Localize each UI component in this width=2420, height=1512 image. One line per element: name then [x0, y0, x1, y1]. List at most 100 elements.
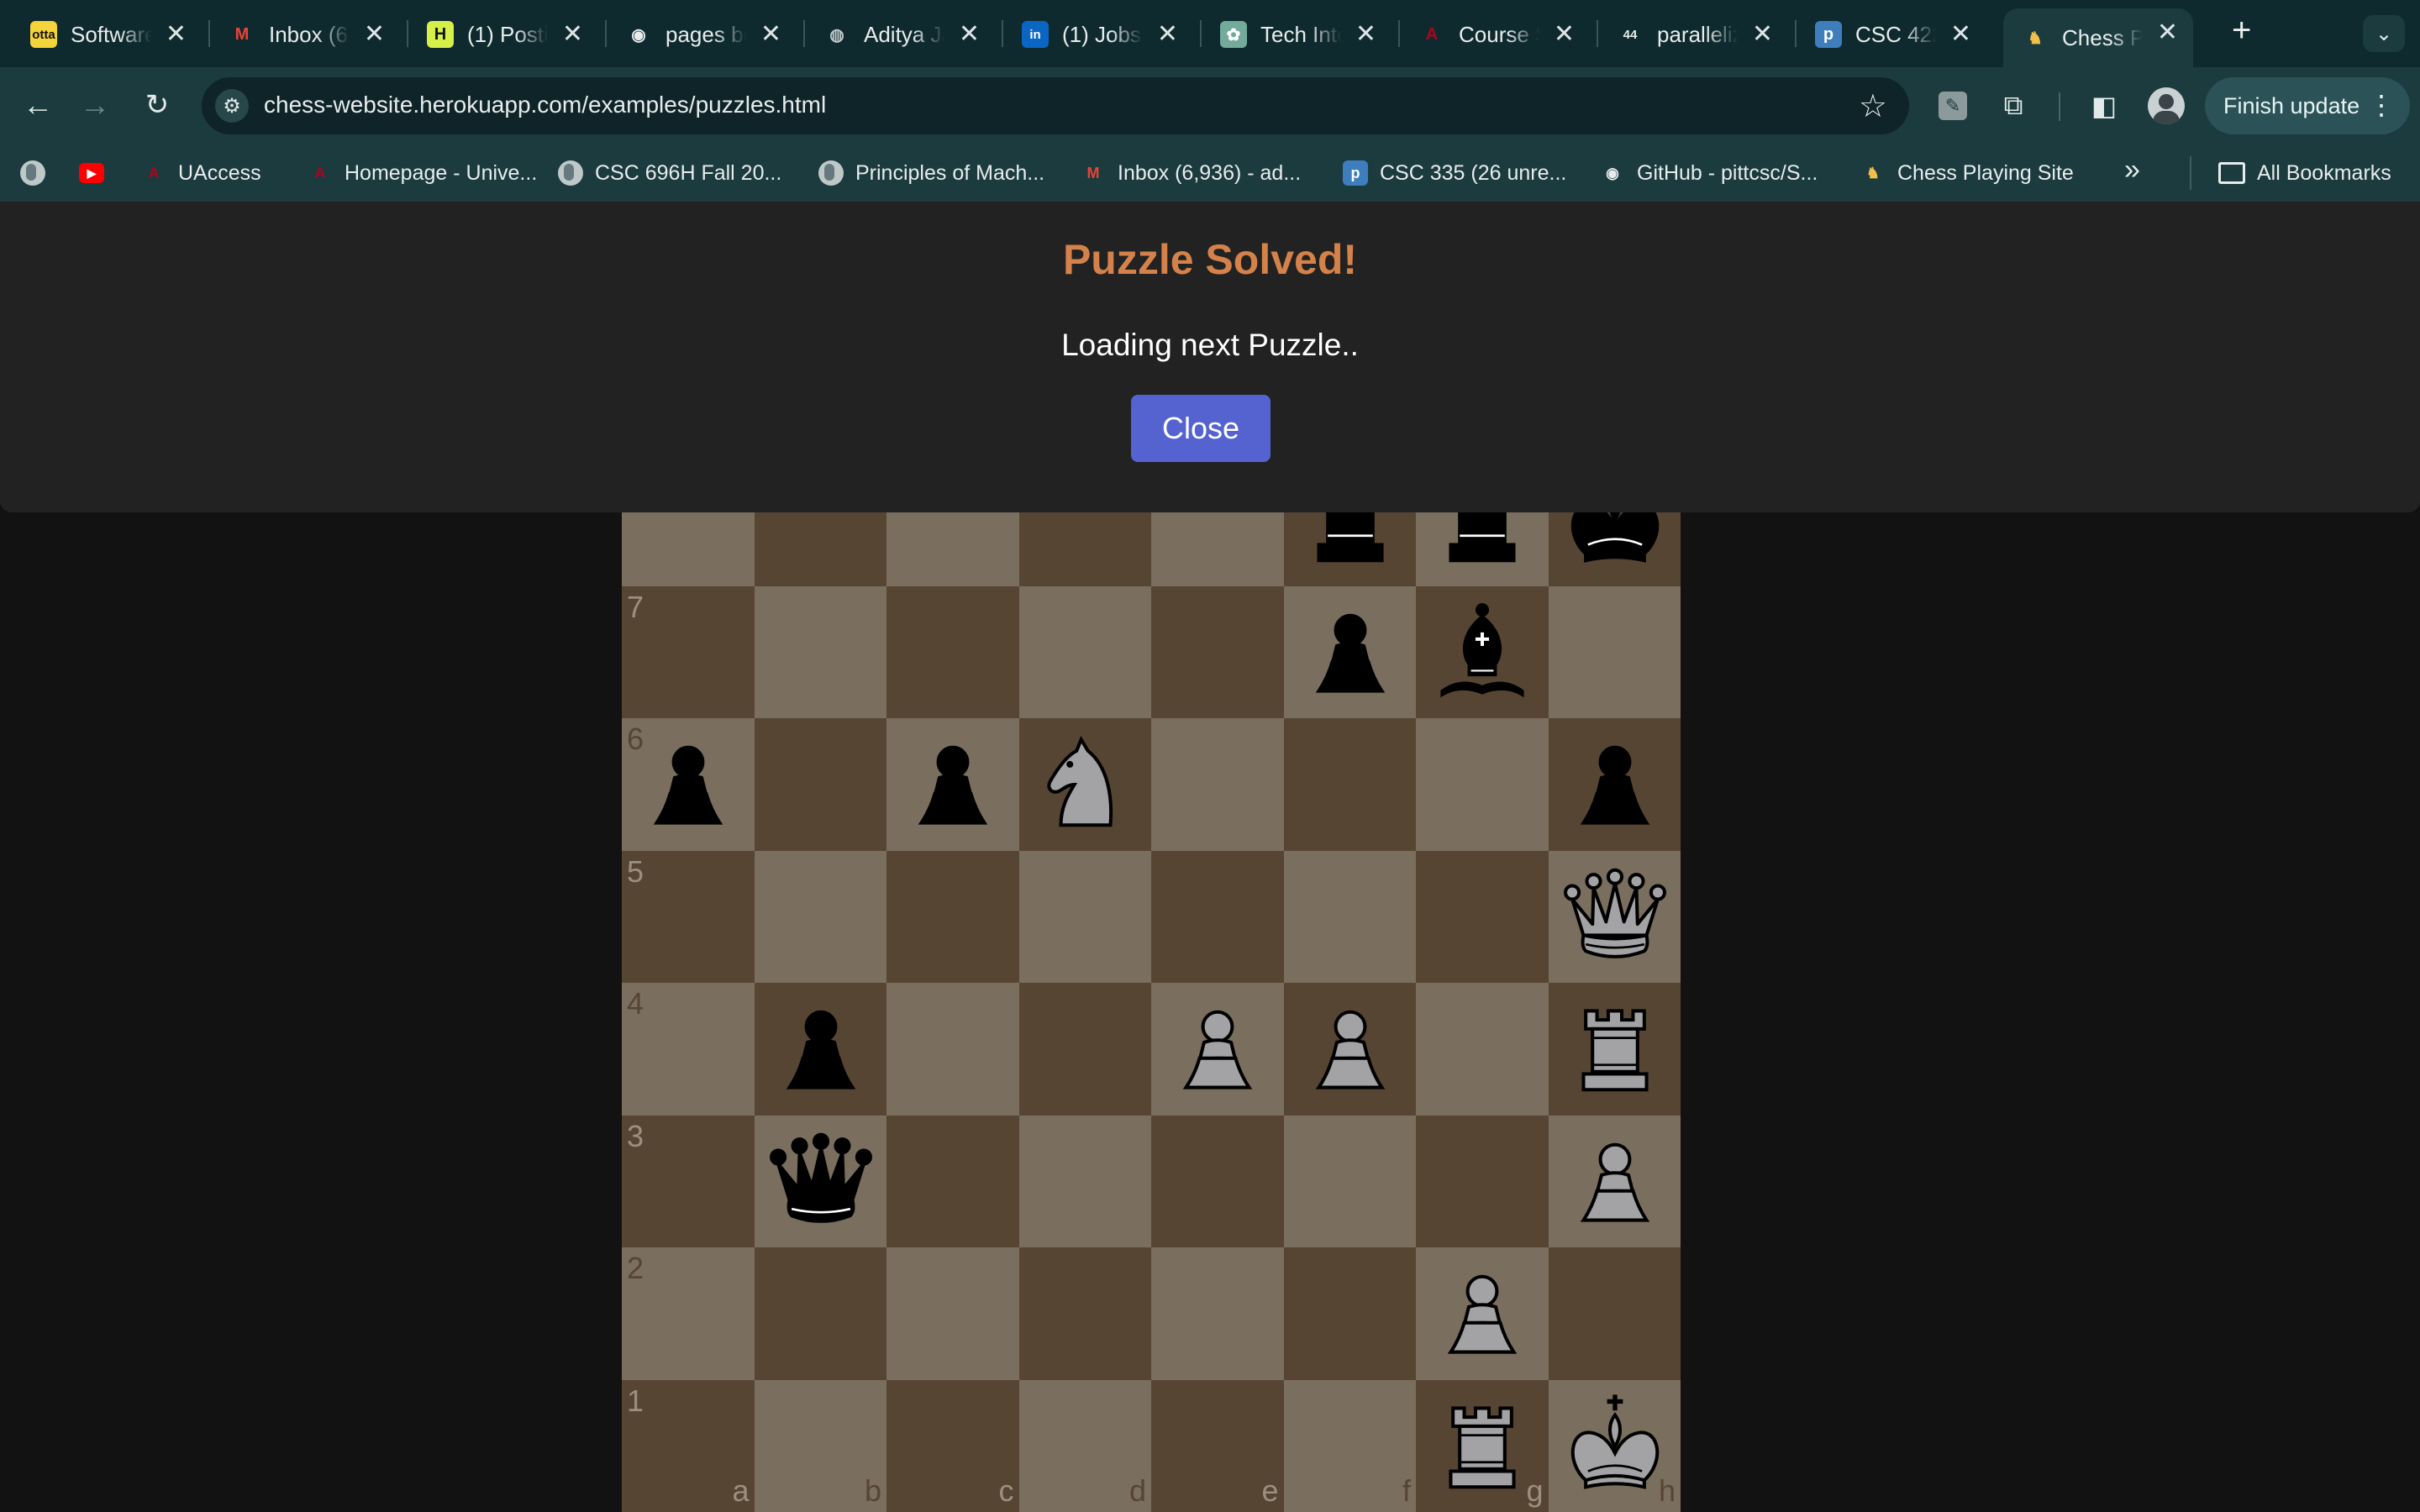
square-d5[interactable]	[1018, 850, 1151, 983]
square-g3[interactable]	[1416, 1115, 1549, 1247]
square-f4[interactable]	[1283, 983, 1416, 1116]
black-pawn-icon[interactable]	[897, 728, 1009, 841]
close-tab-icon[interactable]: ✕	[166, 20, 187, 49]
browser-tab[interactable]: ✿ Tech Inte ✕	[1202, 10, 1392, 59]
tab-search-button[interactable]: ⌄	[2363, 15, 2405, 52]
extension-pencil-icon[interactable]: ✎	[1934, 87, 1971, 124]
square-h7[interactable]	[1548, 585, 1681, 718]
close-tab-icon[interactable]: ✕	[1355, 20, 1376, 49]
square-g6[interactable]	[1416, 718, 1549, 851]
white-pawn-icon[interactable]	[1294, 993, 1407, 1105]
browser-tab[interactable]: otta Software ✕	[12, 10, 202, 59]
square-h1[interactable]: h	[1548, 1379, 1681, 1512]
browser-tab[interactable]: 44 paralleliz ✕	[1598, 10, 1788, 59]
square-b4[interactable]	[754, 983, 886, 1116]
profile-avatar[interactable]	[2148, 87, 2185, 124]
square-b5[interactable]	[754, 850, 886, 983]
finish-update-button[interactable]: Finish update ⋮	[2205, 77, 2410, 134]
white-pawn-icon[interactable]	[1559, 1126, 1671, 1238]
bookmark-item[interactable]: Principles of Mach...	[818, 156, 1044, 190]
square-b2[interactable]	[754, 1247, 886, 1380]
bookmark-item[interactable]: p CSC 335 (26 unre...	[1343, 156, 1566, 190]
square-b1[interactable]: b	[754, 1379, 886, 1512]
close-tab-icon[interactable]: ✕	[562, 20, 583, 49]
square-e3[interactable]	[1151, 1115, 1284, 1247]
bookmark-item[interactable]: M Inbox (6,936) - ad...	[1081, 156, 1302, 190]
square-d6[interactable]	[1018, 718, 1151, 851]
browser-tab[interactable]: p CSC 422 ✕	[1797, 10, 1986, 59]
square-a4[interactable]: 4	[622, 983, 755, 1116]
back-button[interactable]: ←	[18, 86, 57, 124]
browser-tab[interactable]: in (1) Jobs ✕	[1003, 10, 1193, 59]
browser-tab[interactable]: M Inbox (6, ✕	[210, 10, 400, 59]
close-button[interactable]: Close	[1131, 395, 1270, 462]
square-d3[interactable]	[1018, 1115, 1151, 1247]
bookmark-item[interactable]: ◉ GitHub - pittcsc/S...	[1600, 156, 1818, 190]
square-b6[interactable]	[754, 718, 886, 851]
url-text[interactable]: chess-website.herokuapp.com/examples/puz…	[264, 92, 826, 118]
address-bar[interactable]: ⚙ chess-website.herokuapp.com/examples/p…	[202, 77, 1909, 134]
square-g4[interactable]	[1416, 983, 1549, 1116]
square-c1[interactable]: c	[886, 1379, 1019, 1512]
site-info-icon[interactable]: ⚙	[215, 89, 249, 123]
square-c3[interactable]	[886, 1115, 1019, 1247]
square-g7[interactable]	[1416, 585, 1549, 718]
bookmark-item[interactable]: A Homepage - Unive...	[308, 156, 538, 190]
square-e2[interactable]	[1151, 1247, 1284, 1380]
square-c7[interactable]	[886, 585, 1019, 718]
square-c4[interactable]	[886, 983, 1019, 1116]
bookmark-star-icon[interactable]: ☆	[1859, 87, 1887, 125]
square-d2[interactable]	[1018, 1247, 1151, 1380]
square-d7[interactable]	[1018, 585, 1151, 718]
white-knight-icon[interactable]	[1029, 728, 1142, 841]
white-rook-icon[interactable]	[1559, 993, 1671, 1105]
new-tab-button[interactable]: +	[2232, 12, 2251, 50]
square-f6[interactable]	[1283, 718, 1416, 851]
close-tab-icon[interactable]: ✕	[760, 20, 781, 49]
forward-button[interactable]: →	[76, 86, 114, 124]
square-h5[interactable]	[1548, 850, 1681, 983]
square-f7[interactable]	[1283, 585, 1416, 718]
close-tab-icon[interactable]: ✕	[1157, 20, 1178, 49]
bookmark-item[interactable]: CSC 696H Fall 20...	[558, 156, 781, 190]
square-a7[interactable]: 7	[622, 585, 755, 718]
square-b3[interactable]	[754, 1115, 886, 1247]
black-pawn-icon[interactable]	[765, 993, 877, 1105]
square-a5[interactable]: 5	[622, 850, 755, 983]
all-bookmarks-button[interactable]: All Bookmarks	[2218, 156, 2391, 190]
browser-tab[interactable]: ◍ Aditya Ja ✕	[805, 10, 995, 59]
square-f5[interactable]	[1283, 850, 1416, 983]
square-e1[interactable]: e	[1151, 1379, 1284, 1512]
close-tab-icon[interactable]: ✕	[959, 20, 980, 49]
white-pawn-icon[interactable]	[1161, 993, 1274, 1105]
bookmark-item[interactable]: A UAccess	[141, 156, 261, 190]
square-h2[interactable]	[1548, 1247, 1681, 1380]
square-g1[interactable]: g	[1416, 1379, 1549, 1512]
square-c6[interactable]	[886, 718, 1019, 851]
browser-tab[interactable]: ◉ pages bu ✕	[607, 10, 797, 59]
bookmark-item[interactable]: ♞ Chess Playing Site	[1860, 156, 2074, 190]
close-tab-icon[interactable]: ✕	[1554, 20, 1575, 49]
white-king-icon[interactable]	[1559, 1390, 1671, 1503]
black-pawn-icon[interactable]	[1294, 596, 1407, 709]
more-bookmarks-button[interactable]: »	[2124, 153, 2140, 186]
reload-button[interactable]: ↻	[138, 86, 176, 124]
black-bishop-icon[interactable]	[1426, 596, 1539, 709]
close-tab-icon[interactable]: ✕	[1752, 20, 1773, 49]
bookmark-item[interactable]: ▶	[79, 156, 116, 190]
extensions-puzzle-icon[interactable]: ⧉	[1995, 87, 2032, 124]
square-h6[interactable]	[1548, 718, 1681, 851]
square-a2[interactable]: 2	[622, 1247, 755, 1380]
square-g2[interactable]	[1416, 1247, 1549, 1380]
square-h4[interactable]	[1548, 983, 1681, 1116]
close-tab-icon[interactable]: ✕	[364, 20, 385, 49]
bookmark-item[interactable]	[20, 156, 57, 190]
browser-tab[interactable]: A Course S ✕	[1400, 10, 1590, 59]
browser-tab[interactable]: ♞ Chess Pla ✕	[2003, 8, 2193, 67]
square-d1[interactable]: d	[1018, 1379, 1151, 1512]
square-b7[interactable]	[754, 585, 886, 718]
white-rook-icon[interactable]	[1426, 1390, 1539, 1503]
square-c2[interactable]	[886, 1247, 1019, 1380]
square-e5[interactable]	[1151, 850, 1284, 983]
square-a6[interactable]: 6	[622, 718, 755, 851]
